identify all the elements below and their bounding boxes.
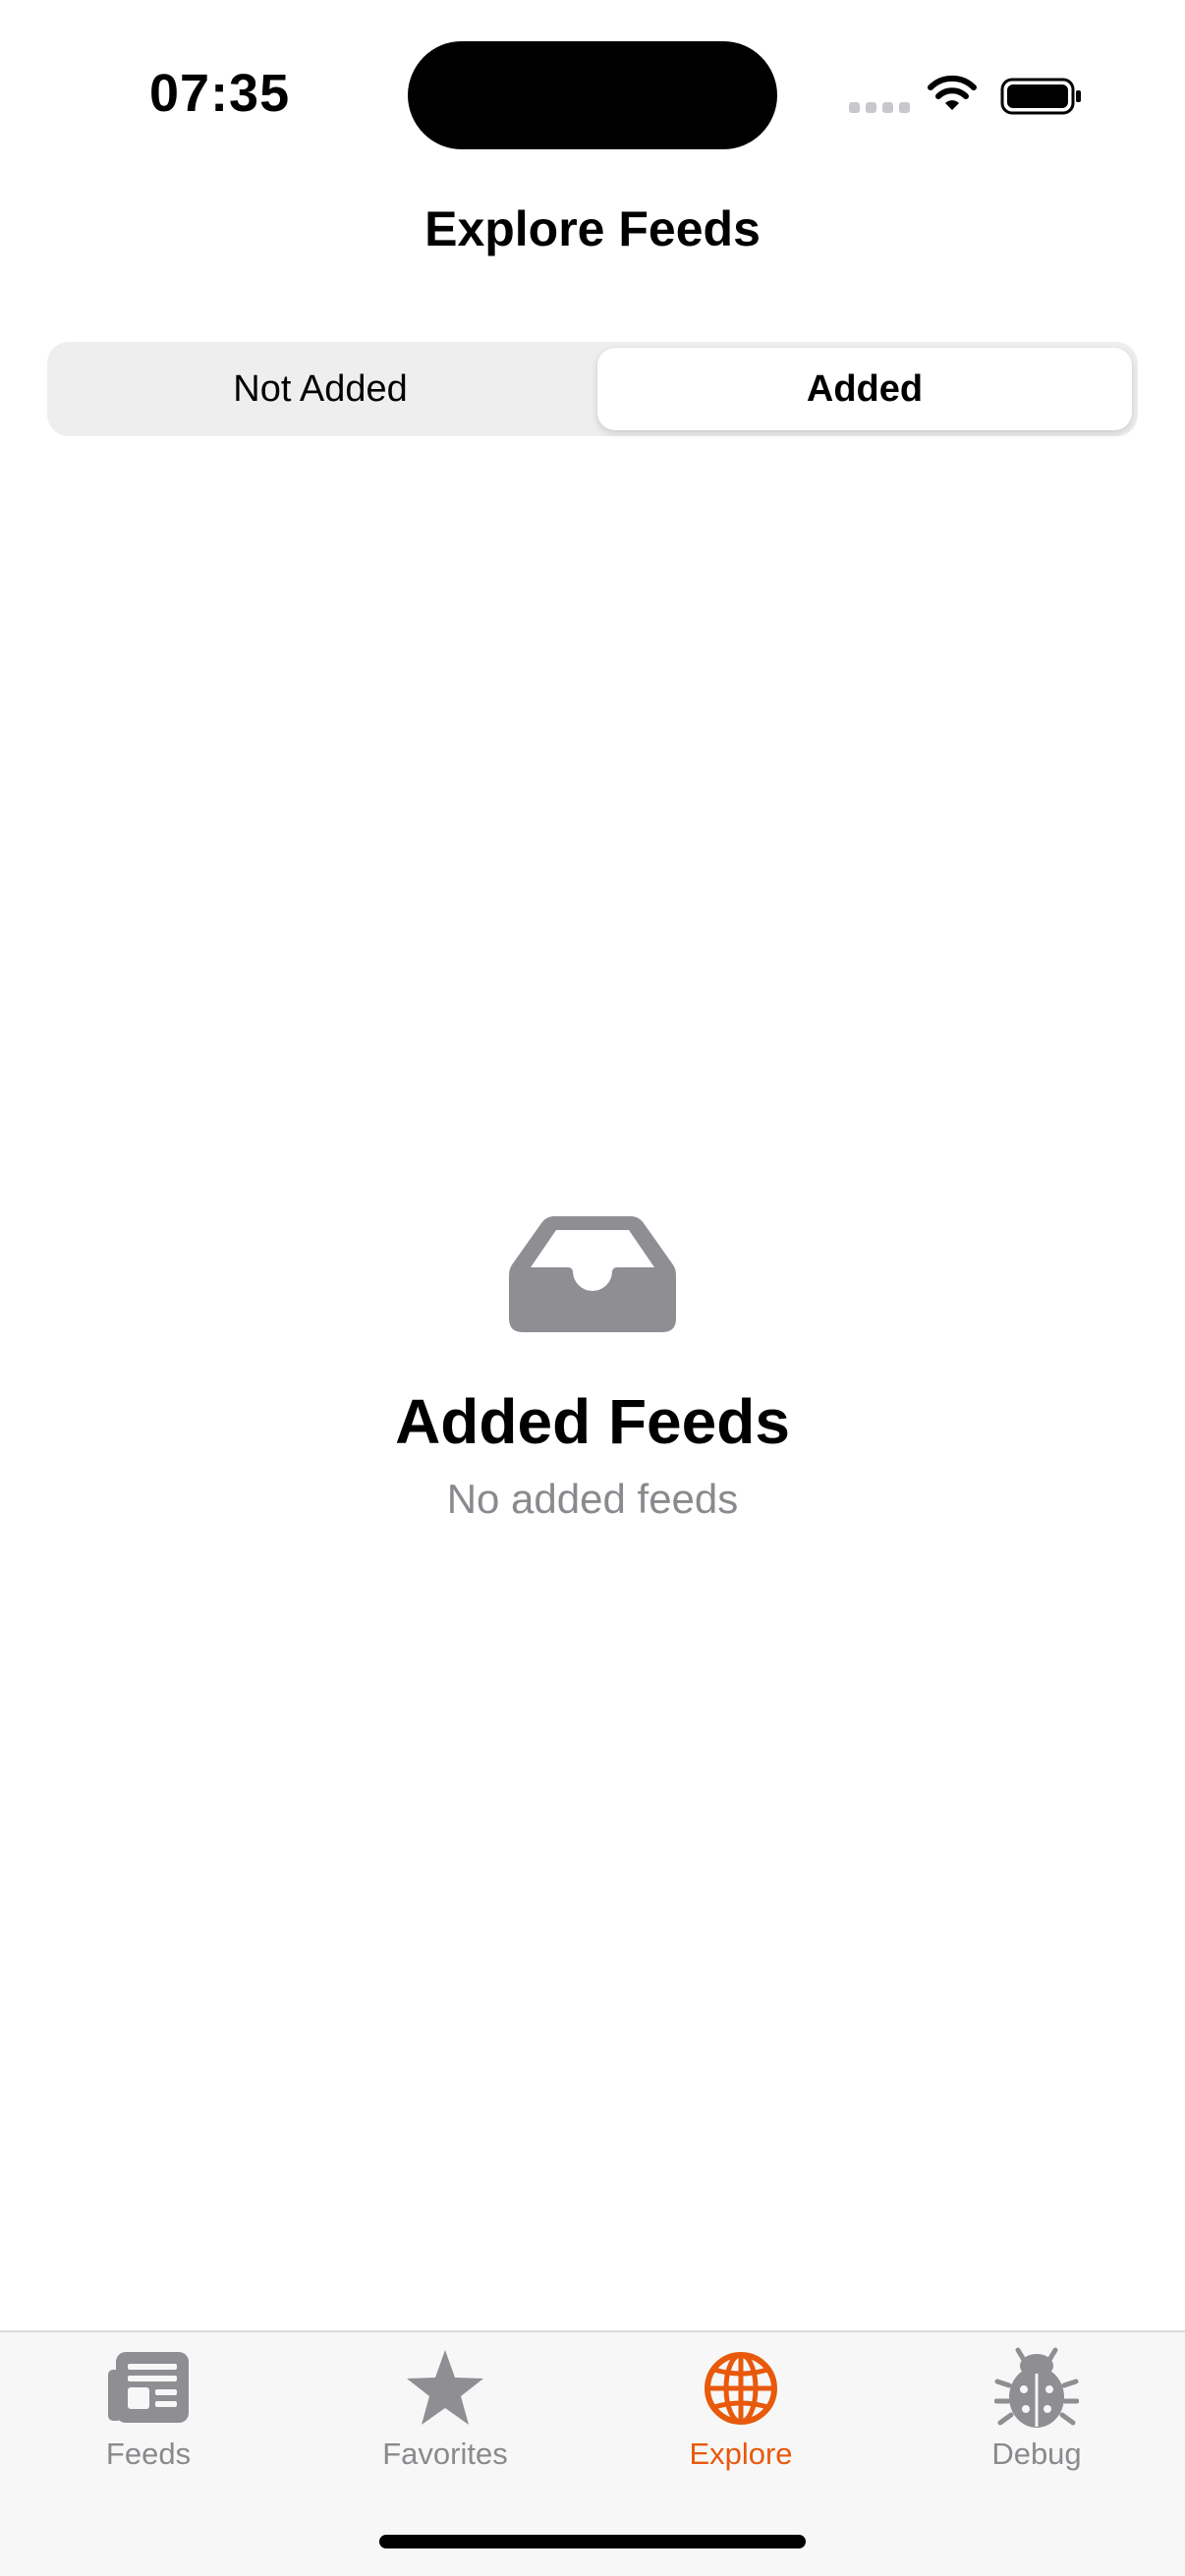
empty-state-title: Added Feeds [395, 1386, 790, 1457]
tab-feeds[interactable]: Feeds [0, 2346, 297, 2493]
tab-favorites-label: Favorites [382, 2436, 508, 2471]
tab-explore[interactable]: Explore [592, 2346, 889, 2493]
tab-favorites[interactable]: Favorites [297, 2346, 593, 2493]
newspaper-icon [108, 2352, 189, 2423]
tab-feeds-label: Feeds [105, 2436, 192, 2471]
tab-debug[interactable]: Debug [888, 2346, 1185, 2493]
wifi-icon [928, 75, 977, 110]
page-title: Explore Feeds [424, 201, 761, 256]
globe-icon [705, 2352, 777, 2425]
star-icon [407, 2350, 483, 2425]
dynamic-island [408, 41, 777, 149]
tray-icon [509, 1216, 676, 1332]
status-time: 07:35 [149, 64, 291, 123]
empty-state-subtitle: No added feeds [446, 1476, 739, 1522]
tab-debug-label: Debug [991, 2436, 1082, 2471]
ladybug-icon [994, 2347, 1079, 2428]
battery-icon [1000, 78, 1081, 115]
cellular-signal-icon [849, 102, 910, 113]
home-indicator [379, 2535, 806, 2548]
explore-screen: 07:35 Explore Feeds Not Added Added Adde… [0, 0, 1185, 2576]
segment-added[interactable]: Added [597, 348, 1132, 430]
segment-not-added[interactable]: Not Added [53, 348, 588, 430]
tab-explore-label: Explore [689, 2436, 793, 2471]
segmented-control: Not Added Added [47, 342, 1138, 436]
